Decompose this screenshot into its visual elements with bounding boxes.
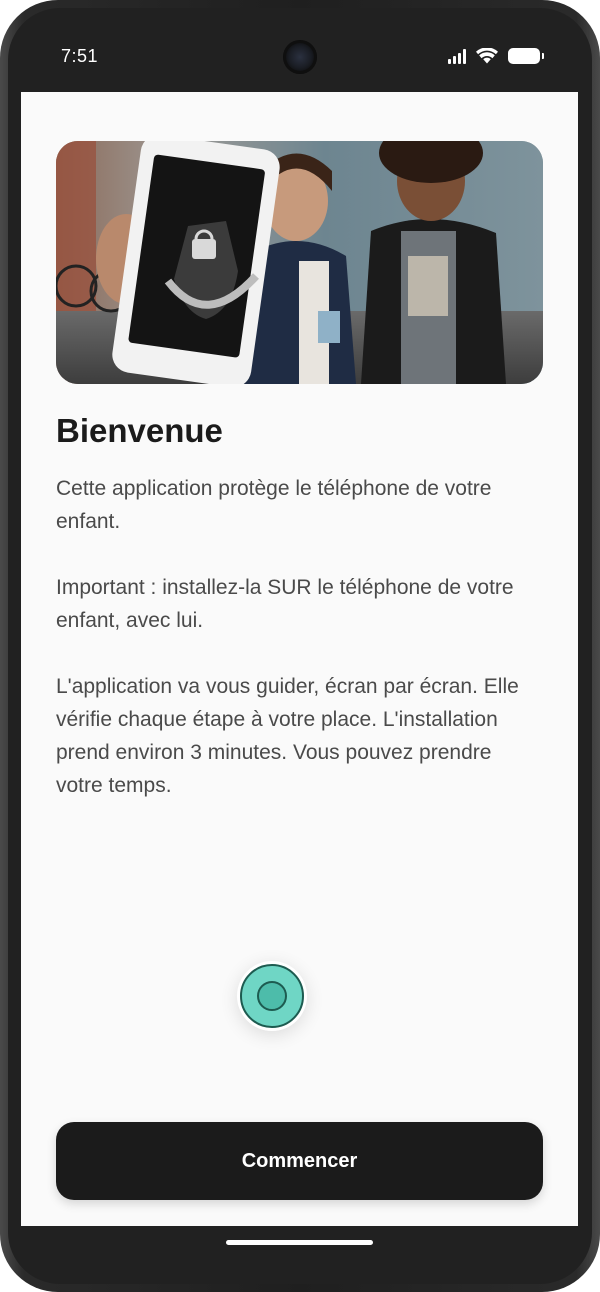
wifi-icon	[476, 48, 498, 64]
page-title: Bienvenue	[56, 412, 223, 449]
navigation-bar	[21, 1226, 578, 1260]
important-paragraph: Important : installez-la SUR le téléphon…	[56, 576, 514, 632]
hero-image	[56, 141, 543, 384]
front-camera	[283, 40, 317, 74]
app-screen: Bienvenue Cette application protège le t…	[21, 92, 578, 1226]
hero-illustration	[56, 141, 543, 384]
intro-paragraph: Cette application protège le téléphone d…	[56, 477, 492, 533]
assistant-orb-icon	[240, 964, 304, 1028]
welcome-text: Cette application protège le téléphone d…	[56, 472, 536, 835]
start-button[interactable]: Commencer	[56, 1122, 543, 1200]
status-icons	[448, 48, 544, 64]
guide-paragraph: L'application va vous guider, écran par …	[56, 675, 519, 797]
signal-icon	[448, 48, 466, 64]
status-bar: 7:51	[21, 22, 578, 92]
battery-icon	[508, 48, 544, 64]
assistant-button[interactable]	[237, 961, 307, 1031]
status-time: 7:51	[61, 46, 99, 66]
assistant-orb-core	[257, 981, 287, 1011]
home-indicator[interactable]	[226, 1240, 373, 1245]
